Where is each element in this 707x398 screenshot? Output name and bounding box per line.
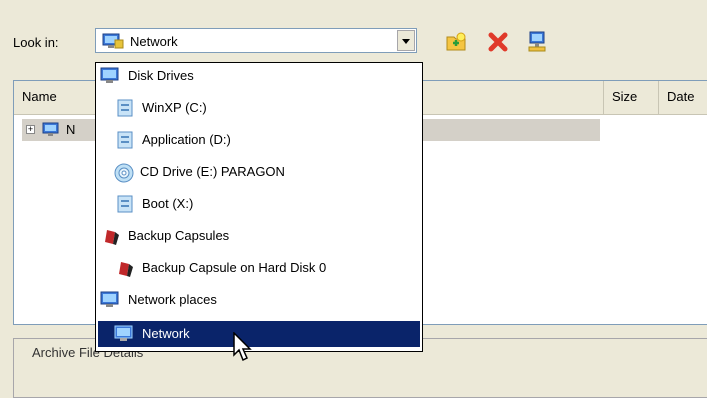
look-in-value: Network	[130, 34, 178, 49]
monitor-icon	[100, 291, 120, 318]
network-icon	[114, 325, 134, 352]
dropdown-item-label: Network places	[128, 292, 217, 307]
mouse-cursor-icon	[233, 331, 255, 365]
hard-drive-icon	[116, 99, 134, 126]
backup-capsule-icon	[116, 259, 136, 288]
cd-drive-icon	[114, 163, 134, 192]
hard-drive-icon	[116, 195, 134, 222]
expand-icon[interactable]: +	[26, 125, 35, 134]
map-network-drive-icon	[528, 31, 546, 52]
new-folder-button[interactable]	[444, 30, 468, 54]
tree-row-label: N	[66, 122, 76, 137]
hard-drive-icon	[116, 131, 134, 158]
dropdown-item-label: Backup Capsule on Hard Disk 0	[142, 260, 327, 275]
dropdown-item-disk-drives[interactable]: Disk Drives	[96, 63, 422, 89]
backup-capsule-icon	[102, 227, 122, 256]
dropdown-item-label: Application (D:)	[142, 132, 231, 147]
delete-icon	[488, 32, 508, 52]
network-icon	[102, 33, 124, 53]
dropdown-item-cd-drive-e[interactable]: CD Drive (E:) PARAGON	[96, 159, 422, 185]
dropdown-item-network-places[interactable]: Network places	[96, 287, 422, 313]
column-header-date[interactable]: Date	[659, 81, 707, 115]
look-in-dropdown-list[interactable]: Disk Drives WinXP (C:) Application (D:) …	[95, 62, 423, 352]
monitor-icon	[100, 67, 120, 94]
delete-button[interactable]	[486, 30, 510, 54]
dropdown-arrow-button[interactable]	[397, 30, 415, 51]
dropdown-item-label: Disk Drives	[128, 68, 194, 83]
dropdown-item-backup-capsules[interactable]: Backup Capsules	[96, 223, 422, 249]
dropdown-item-label: Backup Capsules	[128, 228, 230, 243]
dropdown-item-backup-capsule-hd0[interactable]: Backup Capsule on Hard Disk 0	[96, 255, 422, 281]
dropdown-item-application-d[interactable]: Application (D:)	[96, 127, 422, 153]
network-icon	[42, 122, 62, 141]
dropdown-item-label: Boot (X:)	[142, 196, 194, 211]
dropdown-item-network[interactable]: Network	[98, 321, 420, 347]
dropdown-item-boot-x[interactable]: Boot (X:)	[96, 191, 422, 217]
map-network-drive-button[interactable]	[526, 30, 550, 54]
new-folder-icon	[446, 32, 466, 51]
look-in-label: Look in:	[13, 35, 59, 50]
look-in-combobox[interactable]: Network	[95, 28, 417, 53]
dropdown-item-label: CD Drive (E:) PARAGON	[140, 164, 285, 179]
dropdown-item-winxp-c[interactable]: WinXP (C:)	[96, 95, 422, 121]
dropdown-item-label: Network	[142, 326, 190, 341]
column-header-size[interactable]: Size	[604, 81, 659, 115]
dropdown-item-label: WinXP (C:)	[142, 100, 207, 115]
